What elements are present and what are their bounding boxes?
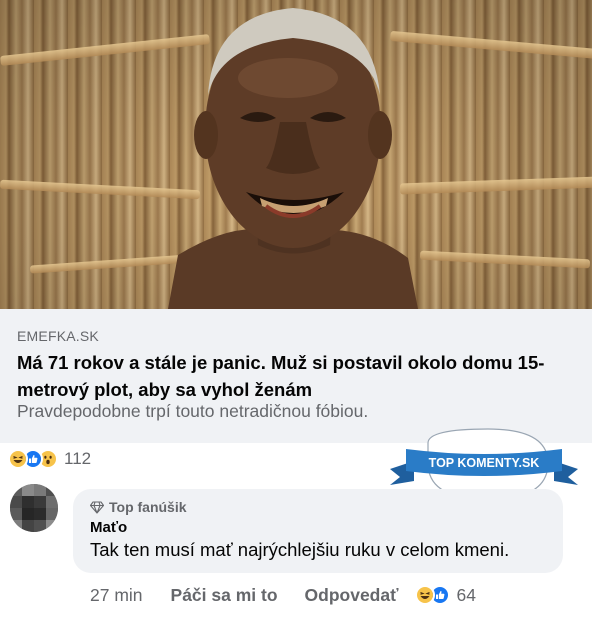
top-fan-label: Top fanúšik — [109, 499, 187, 515]
comment-author[interactable]: Maťo — [90, 519, 127, 536]
comment-timestamp[interactable]: 27 min — [90, 585, 143, 606]
badge-text: TOP KOMENTY.SK — [429, 456, 540, 470]
diamond-icon — [90, 500, 104, 514]
link-domain: EMEFKA.SK — [17, 328, 99, 344]
comment-reaction-count: 64 — [456, 584, 476, 605]
avatar[interactable] — [10, 484, 58, 532]
comment-actions: 27 min Páči sa mi to Odpovedať 64 — [90, 584, 476, 606]
post-reactions[interactable]: 112 — [8, 448, 91, 470]
link-headline[interactable]: Má 71 rokov a stále je panic. Muž si pos… — [17, 349, 577, 403]
comment-bubble[interactable]: Top fanúšik Maťo Tak ten musí mať najrýc… — [73, 489, 563, 573]
link-info[interactable]: EMEFKA.SK Má 71 rokov a stále je panic. … — [0, 309, 592, 443]
haha-emoji-icon — [8, 449, 28, 469]
top-fan-badge: Top fanúšik — [90, 499, 187, 515]
article-image[interactable] — [0, 0, 592, 309]
reply-button[interactable]: Odpovedať — [305, 585, 399, 606]
link-subtitle: Pravdepodobne trpí touto netradičnou fób… — [17, 401, 369, 421]
like-button[interactable]: Páči sa mi to — [171, 585, 278, 606]
man-photo — [168, 8, 418, 309]
comment-text: Tak ten musí mať najrýchlejšiu ruku v ce… — [90, 539, 510, 560]
haha-emoji-icon — [415, 585, 436, 605]
reaction-count[interactable]: 112 — [64, 449, 91, 469]
comment-reactions[interactable]: 64 — [415, 584, 476, 606]
link-preview-card[interactable]: EMEFKA.SK Má 71 rokov a stále je panic. … — [0, 0, 592, 443]
